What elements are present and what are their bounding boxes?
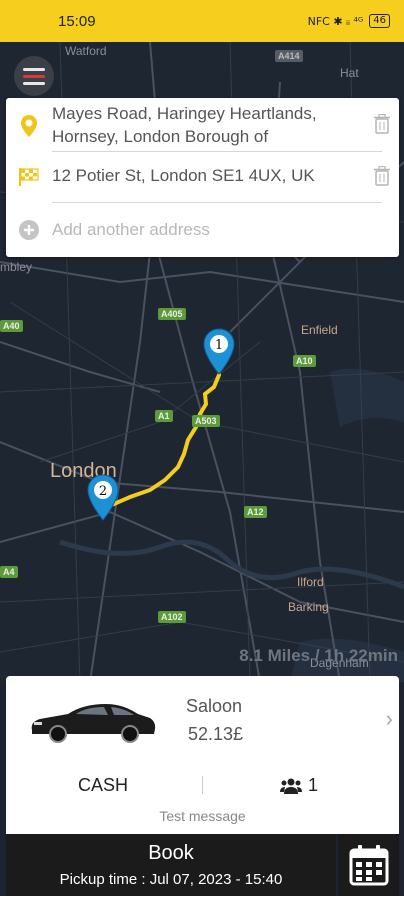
road-tag-a414: A414 [275,50,303,62]
map-label-ilford: Ilford [297,575,324,589]
road-tag-a503: A503 [192,415,220,427]
hamburger-icon [23,67,45,71]
payment-method[interactable]: CASH [78,775,128,796]
passenger-count: 1 [308,775,319,795]
booking-message: Test message [159,808,246,824]
end-marker-label: 2 [99,484,107,499]
users-icon [280,778,302,794]
status-icons: NFC ✱ ᵢᵢ ⁴ᴳ 46 [308,14,390,28]
address-card: Mayes Road, Haringey Heartlands, Hornsey… [6,98,399,257]
delete-dropoff-button[interactable] [365,164,399,186]
bottom-edge [0,896,404,900]
map-label-wembley: mbley [0,260,33,274]
calendar-icon [349,845,388,886]
road-tag-a405: A405 [158,308,186,320]
passenger-count-selector[interactable]: 1 [280,775,318,796]
add-address-placeholder[interactable]: Add another address [52,218,399,241]
road-tag-a1: A1 [155,410,173,422]
dropoff-address[interactable]: 12 Potier St, London SE1 4UX, UK [52,164,365,187]
menu-button[interactable] [14,56,54,96]
road-tag-a10: A10 [293,355,316,367]
pickup-address[interactable]: Mayes Road, Haringey Heartlands, Hornsey… [52,102,365,148]
car-image-icon [31,704,156,743]
start-marker-label: 1 [215,338,223,353]
pickup-time: Pickup time : Jul 07, 2023 - 15:40 [59,871,283,888]
status-time: 15:09 [58,12,96,30]
road-tag-a40: A40 [0,320,23,332]
vehicle-name: Saloon [186,696,243,716]
start-marker-icon[interactable]: 1 [203,328,235,376]
status-bar: 15:09 NFC ✱ ᵢᵢ ⁴ᴳ 46 [0,0,404,42]
plus-circle-icon [6,218,52,240]
dropoff-address-row[interactable]: 12 Potier St, London SE1 4UX, UK [6,164,399,194]
trash-icon [374,114,390,134]
road-tag-a4: A4 [0,566,18,578]
divider [52,202,382,203]
map-label-enfield: Enfield [301,323,338,337]
road-tag-a12: A12 [244,506,267,518]
battery-icon: 46 [369,14,390,28]
checkered-flag-icon [6,164,52,187]
location-pin-icon [6,102,52,138]
map-label-watford: Watford [65,44,107,58]
add-address-row[interactable]: Add another address [6,218,399,248]
distance-duration: 8.1 Miles / 1h 22min [239,646,398,665]
divider [52,151,382,152]
end-marker-icon[interactable]: 2 [87,474,119,522]
trash-icon [374,166,390,186]
road-tag-a102: A102 [158,611,186,623]
book-label: Book [148,842,194,864]
chevron-right-icon[interactable]: › [386,706,393,732]
vehicle-card[interactable]: Saloon 52.13£ › CASH 1 Test message [6,676,399,834]
delete-pickup-button[interactable] [365,102,399,134]
pickup-address-row[interactable]: Mayes Road, Haringey Heartlands, Hornsey… [6,102,399,150]
vehicle-price: 52.13£ [188,724,244,744]
signal-icons: NFC ✱ ᵢᵢ ⁴ᴳ [307,14,364,28]
map-label-barking: Barking [288,600,329,614]
divider [202,776,203,794]
book-button[interactable]: Book Pickup time : Jul 07, 2023 - 15:40 [6,834,336,896]
map-label-hat: Hat [340,66,359,80]
schedule-button[interactable] [338,834,399,896]
